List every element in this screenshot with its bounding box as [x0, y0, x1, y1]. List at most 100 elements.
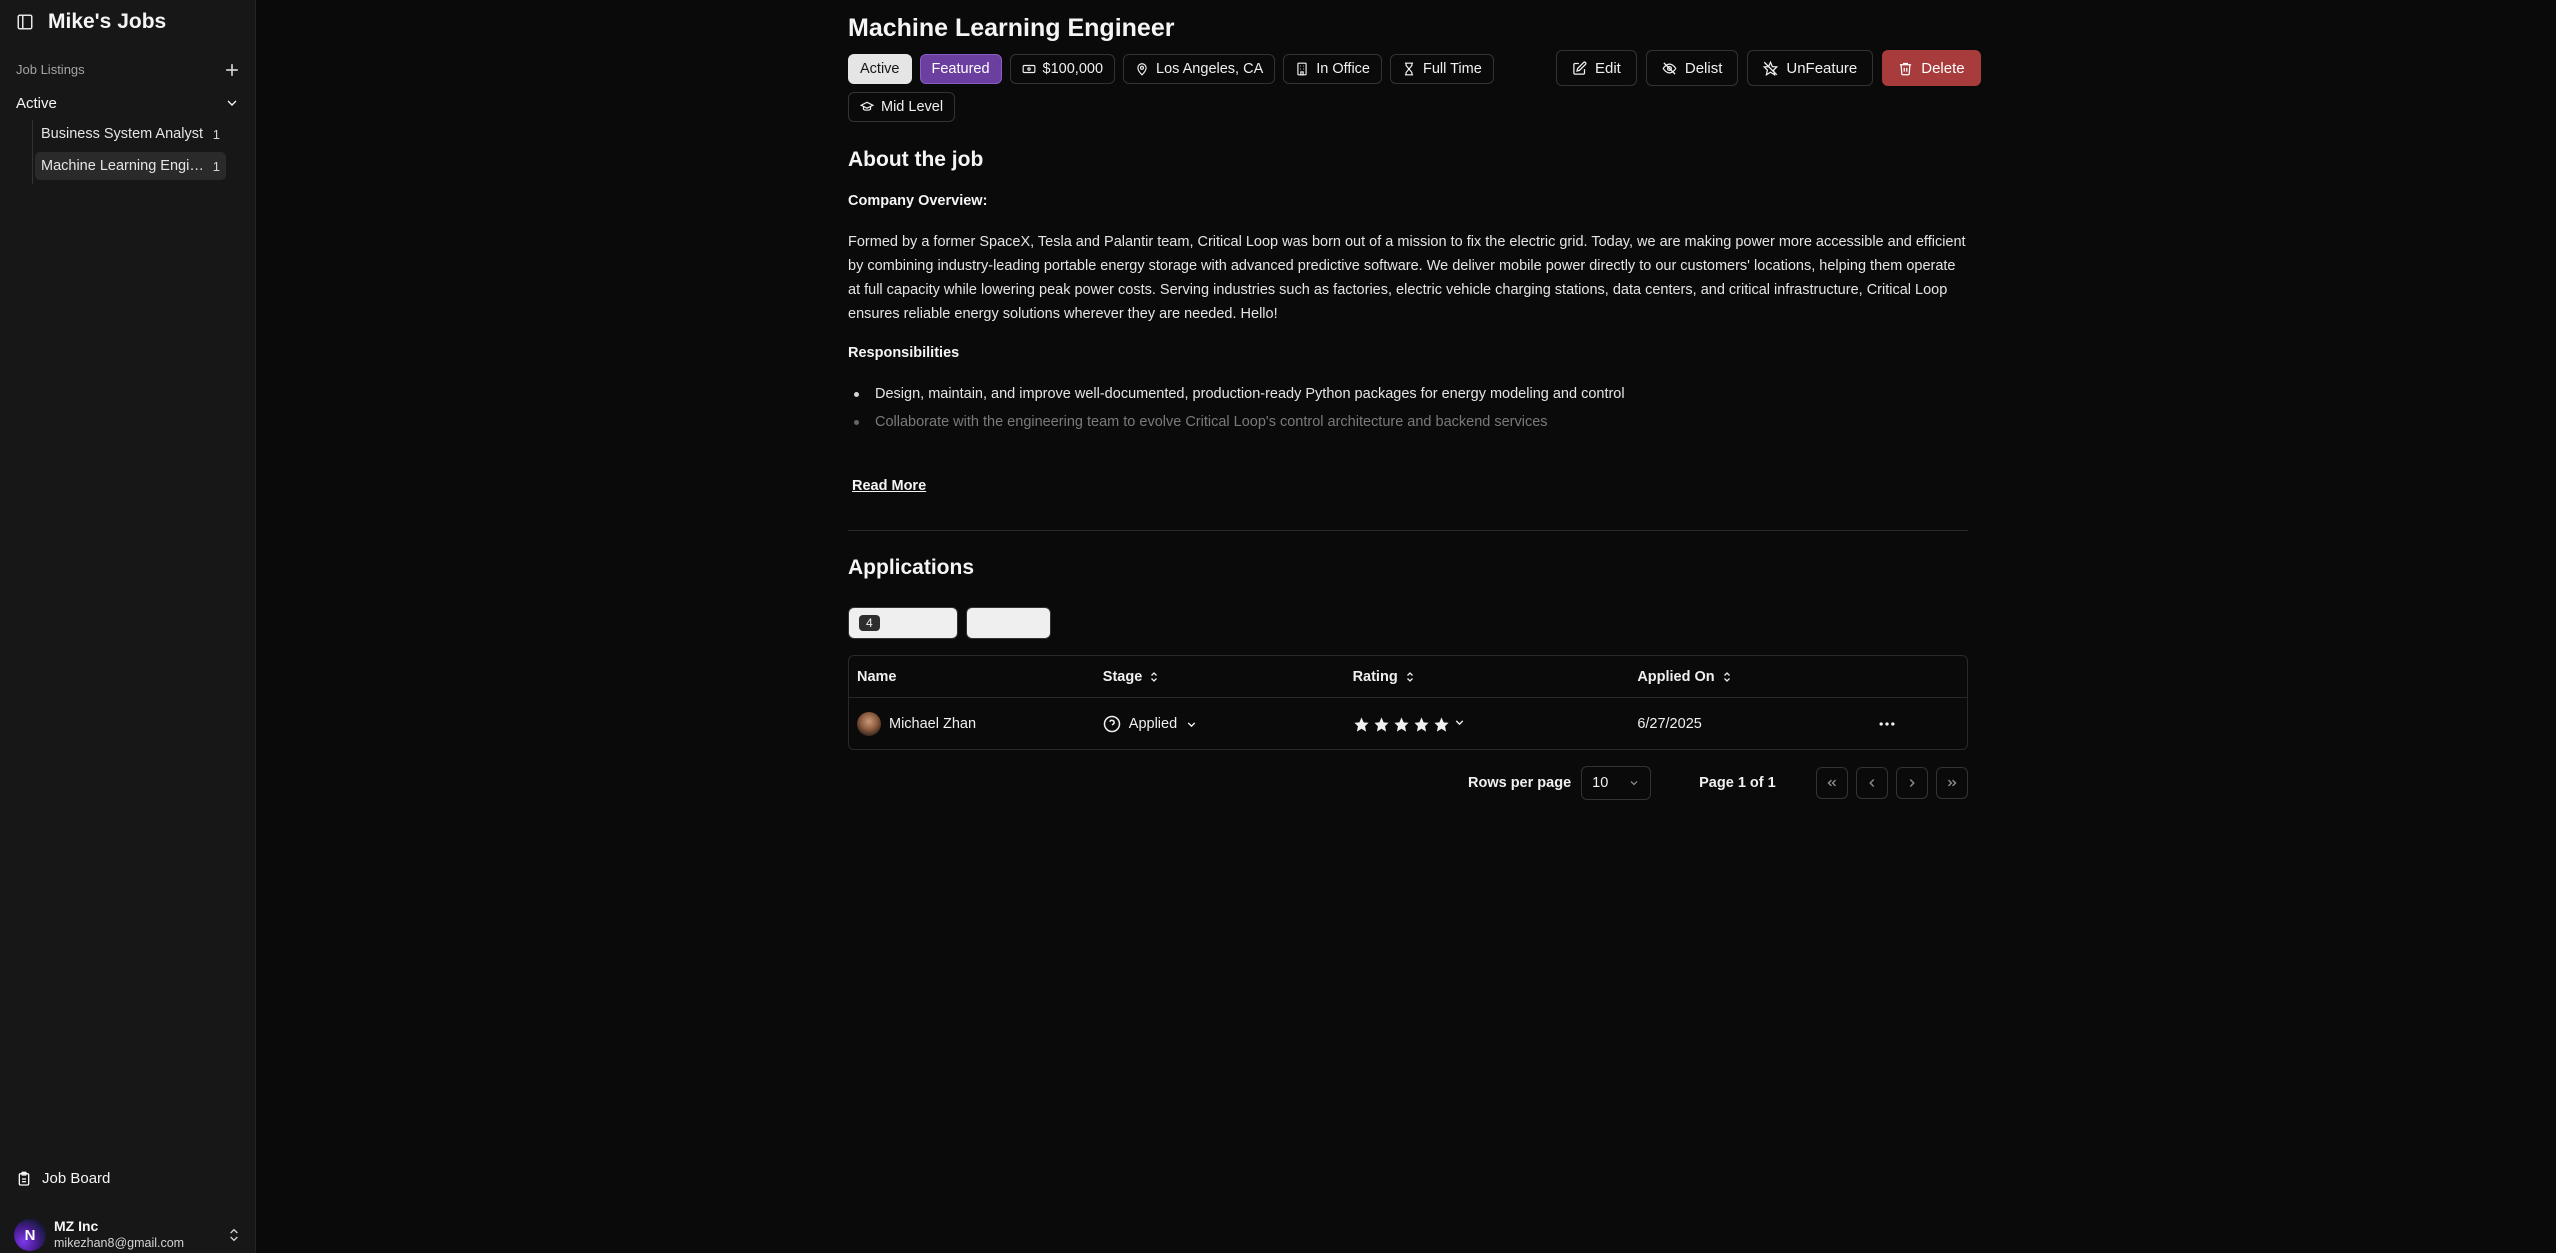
- building-icon: [1295, 62, 1309, 76]
- job-board-link[interactable]: Job Board: [16, 1170, 110, 1187]
- section-label: Active: [16, 94, 57, 112]
- delist-button[interactable]: Delist: [1645, 50, 1739, 86]
- delete-label: Delete: [1921, 59, 1965, 77]
- applications-heading: Applications: [848, 556, 975, 579]
- avatar: N: [14, 1219, 46, 1251]
- unfeature-button[interactable]: UnFeature: [1747, 50, 1874, 86]
- column-header-stage[interactable]: Stage: [1103, 669, 1353, 685]
- about-heading: About the job: [848, 148, 984, 171]
- last-page-button[interactable]: [1936, 767, 1968, 799]
- column-header-name: Name: [849, 669, 1103, 685]
- column-header-label: Applied On: [1637, 668, 1715, 685]
- job-actions: Edit Delist UnFeature Delete: [1556, 50, 1981, 86]
- sidebar: Mike's Jobs Job Listings Active Business…: [0, 0, 256, 1253]
- column-header-applied-on[interactable]: Applied On: [1637, 669, 1877, 685]
- column-header-label: Name: [857, 668, 897, 685]
- org-name: MZ Inc: [54, 1218, 99, 1234]
- chevron-left-icon: [1865, 776, 1879, 790]
- star-icon: [1353, 716, 1370, 733]
- list-item-text: Collaborate with the engineering team to…: [875, 414, 1548, 430]
- sort-icon: [1721, 670, 1733, 684]
- applications-table: Name Stage Rating Applied On Michael Zha…: [848, 655, 1968, 750]
- next-page-button[interactable]: [1896, 767, 1928, 799]
- rows-per-page-select[interactable]: 10: [1581, 766, 1652, 800]
- chevrons-right-icon: [1945, 776, 1959, 790]
- rating-filter-label: Rating: [976, 615, 1019, 631]
- applicant-cell: Michael Zhan: [849, 712, 1103, 736]
- hourglass-icon: [1402, 62, 1416, 76]
- sidebar-item-machine-learning-engineer[interactable]: Machine Learning Engineer 1: [35, 152, 226, 180]
- row-actions-cell: [1877, 714, 1967, 734]
- graduation-cap-icon: [860, 100, 874, 114]
- column-header-label: Stage: [1102, 668, 1143, 685]
- chevron-down-icon: [934, 617, 947, 630]
- employment-type-text: Full Time: [1422, 61, 1482, 77]
- column-header-rating[interactable]: Rating: [1353, 669, 1638, 685]
- chevron-down-icon: [1628, 777, 1640, 789]
- level-badge: Mid Level: [848, 92, 956, 122]
- sort-icon: [1404, 670, 1416, 684]
- sidebar-item-label: Business System Analyst: [41, 126, 203, 142]
- previous-page-button[interactable]: [1856, 767, 1888, 799]
- rating-cell: [1353, 716, 1638, 733]
- more-horizontal-icon[interactable]: [1877, 714, 1967, 734]
- bullet-dot: [854, 419, 859, 425]
- job-badges: Active Featured $100,000 Los Angeles, CA…: [848, 54, 1508, 122]
- sidebar-item-business-system-analyst[interactable]: Business System Analyst 1: [35, 120, 226, 148]
- location-badge: Los Angeles, CA: [1123, 54, 1276, 84]
- sidebar-job-list: Business System Analyst 1 Machine Learni…: [32, 120, 226, 184]
- chevrons-left-icon: [1825, 776, 1839, 790]
- responsibilities-heading: Responsibilities: [848, 345, 960, 361]
- star-icon: [1373, 716, 1390, 733]
- divider: [848, 530, 1968, 531]
- page-title: Machine Learning Engineer: [848, 14, 1175, 42]
- user-menu[interactable]: N MZ Inc mikezhan8@gmail.com: [14, 1218, 242, 1252]
- company-overview-heading: Company Overview:: [848, 193, 988, 209]
- status-badge: Active: [848, 54, 912, 84]
- stage-cell: Applied: [1103, 715, 1353, 733]
- banknote-icon: [1022, 62, 1036, 76]
- page-info: Page 1 of 1: [1699, 775, 1776, 791]
- sidebar-item-label: Machine Learning Engineer: [41, 158, 211, 174]
- edit-label: Edit: [1595, 59, 1621, 77]
- sidebar-header: Mike's Jobs: [16, 8, 166, 36]
- stage-filter-button[interactable]: 4 Stage: [848, 607, 958, 639]
- company-overview-text: Formed by a former SpaceX, Tesla and Pal…: [848, 234, 1966, 322]
- stage-value: Applied: [1128, 716, 1178, 732]
- sidebar-toggle-icon[interactable]: [16, 13, 34, 31]
- sort-icon: [1148, 670, 1160, 684]
- list-item: Design, maintain, and improve well-docum…: [848, 382, 1968, 406]
- add-listing-icon[interactable]: [222, 60, 242, 80]
- applicant-name: Michael Zhan: [889, 716, 977, 732]
- delete-button[interactable]: Delete: [1882, 50, 1981, 86]
- avatar: [857, 712, 881, 736]
- delist-label: Delist: [1684, 59, 1723, 77]
- edit-button[interactable]: Edit: [1556, 50, 1637, 86]
- job-listings-label: Job Listings: [16, 62, 85, 77]
- column-header-label: Rating: [1352, 668, 1398, 685]
- read-more-link[interactable]: Read More: [852, 478, 926, 494]
- salary-badge: $100,000: [1009, 54, 1116, 84]
- star-icon: [1413, 716, 1430, 733]
- sidebar-item-count: 1: [212, 158, 220, 174]
- star-off-icon: [1763, 60, 1779, 76]
- user-email: mikezhan8@gmail.com: [54, 1236, 185, 1250]
- location-text: Los Angeles, CA: [1156, 61, 1264, 77]
- sidebar-item-count: 1: [212, 126, 220, 142]
- rating-filter-button[interactable]: Rating: [965, 607, 1051, 639]
- stage-dropdown[interactable]: Applied: [1103, 715, 1353, 733]
- table-row[interactable]: Michael Zhan Applied 6/27/2025: [849, 698, 1967, 750]
- salary-text: $100,000: [1042, 61, 1104, 77]
- chevron-down-icon: [224, 95, 240, 111]
- chevrons-up-down-icon: [226, 1227, 242, 1243]
- pagination: Rows per page 10 Page 1 of 1: [1468, 766, 1968, 800]
- first-page-button[interactable]: [1816, 767, 1848, 799]
- stage-filter-count: 4: [859, 615, 880, 631]
- chevron-down-icon: [1027, 617, 1040, 630]
- workplace-text: In Office: [1316, 61, 1370, 77]
- sidebar-section-active[interactable]: Active: [16, 92, 240, 114]
- rating-dropdown[interactable]: [1353, 716, 1638, 733]
- table-header: Name Stage Rating Applied On: [849, 656, 1967, 698]
- help-circle-icon: [1103, 715, 1121, 733]
- star-icon: [1433, 716, 1450, 733]
